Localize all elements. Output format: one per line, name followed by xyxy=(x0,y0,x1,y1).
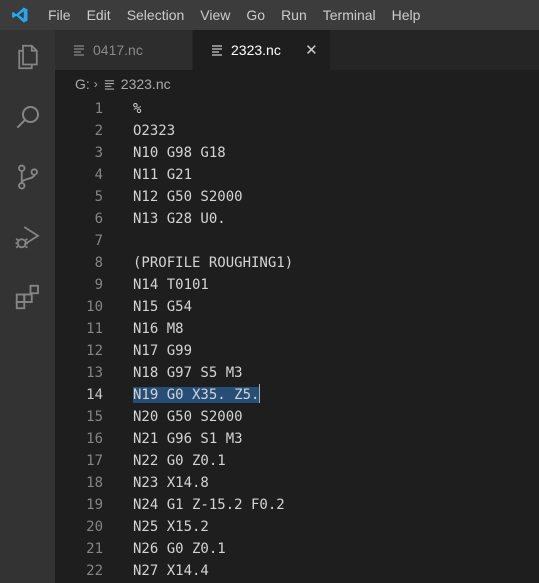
code-line[interactable]: 10 N15 G54 xyxy=(55,296,539,318)
line-number: 7 xyxy=(94,233,103,249)
chevron-right-icon: › xyxy=(93,77,98,91)
code-line[interactable]: 18 N23 X14.8 xyxy=(55,472,539,494)
line-number: 3 xyxy=(94,145,103,161)
line-text[interactable]: N14 T0101 xyxy=(133,274,209,296)
extensions-icon[interactable] xyxy=(0,272,55,322)
line-number: 8 xyxy=(94,255,103,271)
run-debug-icon[interactable] xyxy=(0,212,55,262)
code-line[interactable]: 17 N22 G0 Z0.1 xyxy=(55,450,539,472)
tab-label: 2323.nc xyxy=(231,42,281,58)
code-editor[interactable]: 1% 2 O2323 3 N10 G98 G18 4 N11 G21 5 N12 G50 S20… xyxy=(55,98,539,583)
line-text[interactable]: N18 G97 S5 M3 xyxy=(133,362,243,384)
menu-item-terminal[interactable]: Terminal xyxy=(315,0,384,30)
activity-bar xyxy=(0,30,55,583)
menu-item-edit[interactable]: Edit xyxy=(79,0,119,30)
code-line[interactable]: 4 N11 G21 xyxy=(55,164,539,186)
line-text[interactable]: N10 G98 G18 xyxy=(133,142,226,164)
menu-item-view[interactable]: View xyxy=(192,0,238,30)
code-line[interactable]: 14 N19 G0 X35. Z5. xyxy=(55,384,539,406)
code-line[interactable]: 15 N20 G50 S2000 xyxy=(55,406,539,428)
menu-item-help[interactable]: Help xyxy=(384,0,429,30)
line-number: 17 xyxy=(86,453,103,469)
line-number: 15 xyxy=(86,409,103,425)
code-line[interactable]: 1% xyxy=(55,98,539,120)
file-lines-icon xyxy=(73,44,85,56)
line-text[interactable]: O2323 xyxy=(133,120,175,142)
line-number: 12 xyxy=(86,343,103,359)
search-icon[interactable] xyxy=(0,92,55,142)
source-control-icon[interactable] xyxy=(0,152,55,202)
line-number: 6 xyxy=(94,211,103,227)
breadcrumb: G: › 2323.nc xyxy=(55,70,539,98)
code-line[interactable]: 7 xyxy=(55,230,539,252)
line-text[interactable]: N22 G0 Z0.1 xyxy=(133,450,226,472)
line-text[interactable]: N23 X14.8 xyxy=(133,472,209,494)
line-number: 1 xyxy=(94,101,103,117)
vscode-logo-icon xyxy=(0,0,40,30)
line-number: 10 xyxy=(86,299,103,315)
line-text[interactable]: N19 G0 X35. Z5. xyxy=(133,384,261,406)
line-number: 14 xyxy=(86,387,103,403)
code-line[interactable]: 21 N26 G0 Z0.1 xyxy=(55,538,539,560)
code-line[interactable]: 8 (PROFILE ROUGHING1) xyxy=(55,252,539,274)
breadcrumb-file[interactable]: 2323.nc xyxy=(121,76,171,92)
close-icon[interactable]: ✕ xyxy=(303,41,320,59)
line-text[interactable]: (PROFILE ROUGHING1) xyxy=(133,252,293,274)
menu-item-go[interactable]: Go xyxy=(238,0,273,30)
line-text[interactable]: N17 G99 xyxy=(133,340,192,362)
code-line[interactable]: 22 N27 X14.4 xyxy=(55,560,539,582)
line-text[interactable]: N16 M8 xyxy=(133,318,184,340)
line-text[interactable]: N24 G1 Z-15.2 F0.2 xyxy=(133,494,285,516)
code-line[interactable]: 12 N17 G99 xyxy=(55,340,539,362)
code-line[interactable]: 2 O2323 xyxy=(55,120,539,142)
line-text[interactable]: N11 G21 xyxy=(133,164,192,186)
code-line[interactable]: 5 N12 G50 S2000 xyxy=(55,186,539,208)
code-line[interactable]: 13 N18 G97 S5 M3 xyxy=(55,362,539,384)
code-line[interactable]: 20 N25 X15.2 xyxy=(55,516,539,538)
code-line[interactable]: 19 N24 G1 Z-15.2 F0.2 xyxy=(55,494,539,516)
line-text[interactable]: N25 X15.2 xyxy=(133,516,209,538)
file-lines-icon xyxy=(104,79,115,90)
tab-2323[interactable]: 2323.nc ✕ xyxy=(193,30,331,70)
line-text[interactable]: N15 G54 xyxy=(133,296,192,318)
line-number: 16 xyxy=(86,431,103,447)
line-number: 22 xyxy=(86,563,103,579)
menu-item-run[interactable]: Run xyxy=(273,0,315,30)
line-text[interactable]: % xyxy=(133,98,141,120)
line-text[interactable]: N27 X14.4 xyxy=(133,560,209,582)
line-number: 21 xyxy=(86,541,103,557)
line-text[interactable]: N13 G28 U0. xyxy=(133,208,226,230)
line-text[interactable]: N12 G50 S2000 xyxy=(133,186,243,208)
text-cursor xyxy=(259,384,261,403)
code-line[interactable]: 11 N16 M8 xyxy=(55,318,539,340)
line-number: 4 xyxy=(94,167,103,183)
line-number: 2 xyxy=(94,123,103,139)
line-number: 19 xyxy=(86,497,103,513)
tab-0417[interactable]: 0417.nc xyxy=(55,30,193,70)
tab-bar: 0417.nc 2323.nc ✕ xyxy=(55,30,539,70)
line-number: 9 xyxy=(94,277,103,293)
line-number: 11 xyxy=(86,321,103,337)
code-line[interactable]: 3 N10 G98 G18 xyxy=(55,142,539,164)
file-lines-icon xyxy=(211,44,223,56)
text-selection: N19 G0 X35. Z5. xyxy=(133,387,260,403)
menu-item-file[interactable]: File xyxy=(40,0,79,30)
line-text[interactable]: N26 G0 Z0.1 xyxy=(133,538,226,560)
code-line[interactable]: 6 N13 G28 U0. xyxy=(55,208,539,230)
line-text[interactable]: N20 G50 S2000 xyxy=(133,406,243,428)
menu-bar: File Edit Selection View Go Run Terminal Help xyxy=(40,0,428,30)
explorer-icon[interactable] xyxy=(0,32,55,82)
line-number: 20 xyxy=(86,519,103,535)
menu-item-selection[interactable]: Selection xyxy=(119,0,193,30)
line-number: 18 xyxy=(86,475,103,491)
breadcrumb-drive[interactable]: G: xyxy=(75,76,90,92)
tab-label: 0417.nc xyxy=(93,42,143,58)
line-text[interactable]: N21 G96 S1 M3 xyxy=(133,428,243,450)
code-line[interactable]: 9 N14 T0101 xyxy=(55,274,539,296)
line-number: 5 xyxy=(94,189,103,205)
title-bar: File Edit Selection View Go Run Terminal Help xyxy=(0,0,539,30)
code-line[interactable]: 16 N21 G96 S1 M3 xyxy=(55,428,539,450)
line-number: 13 xyxy=(86,365,103,381)
